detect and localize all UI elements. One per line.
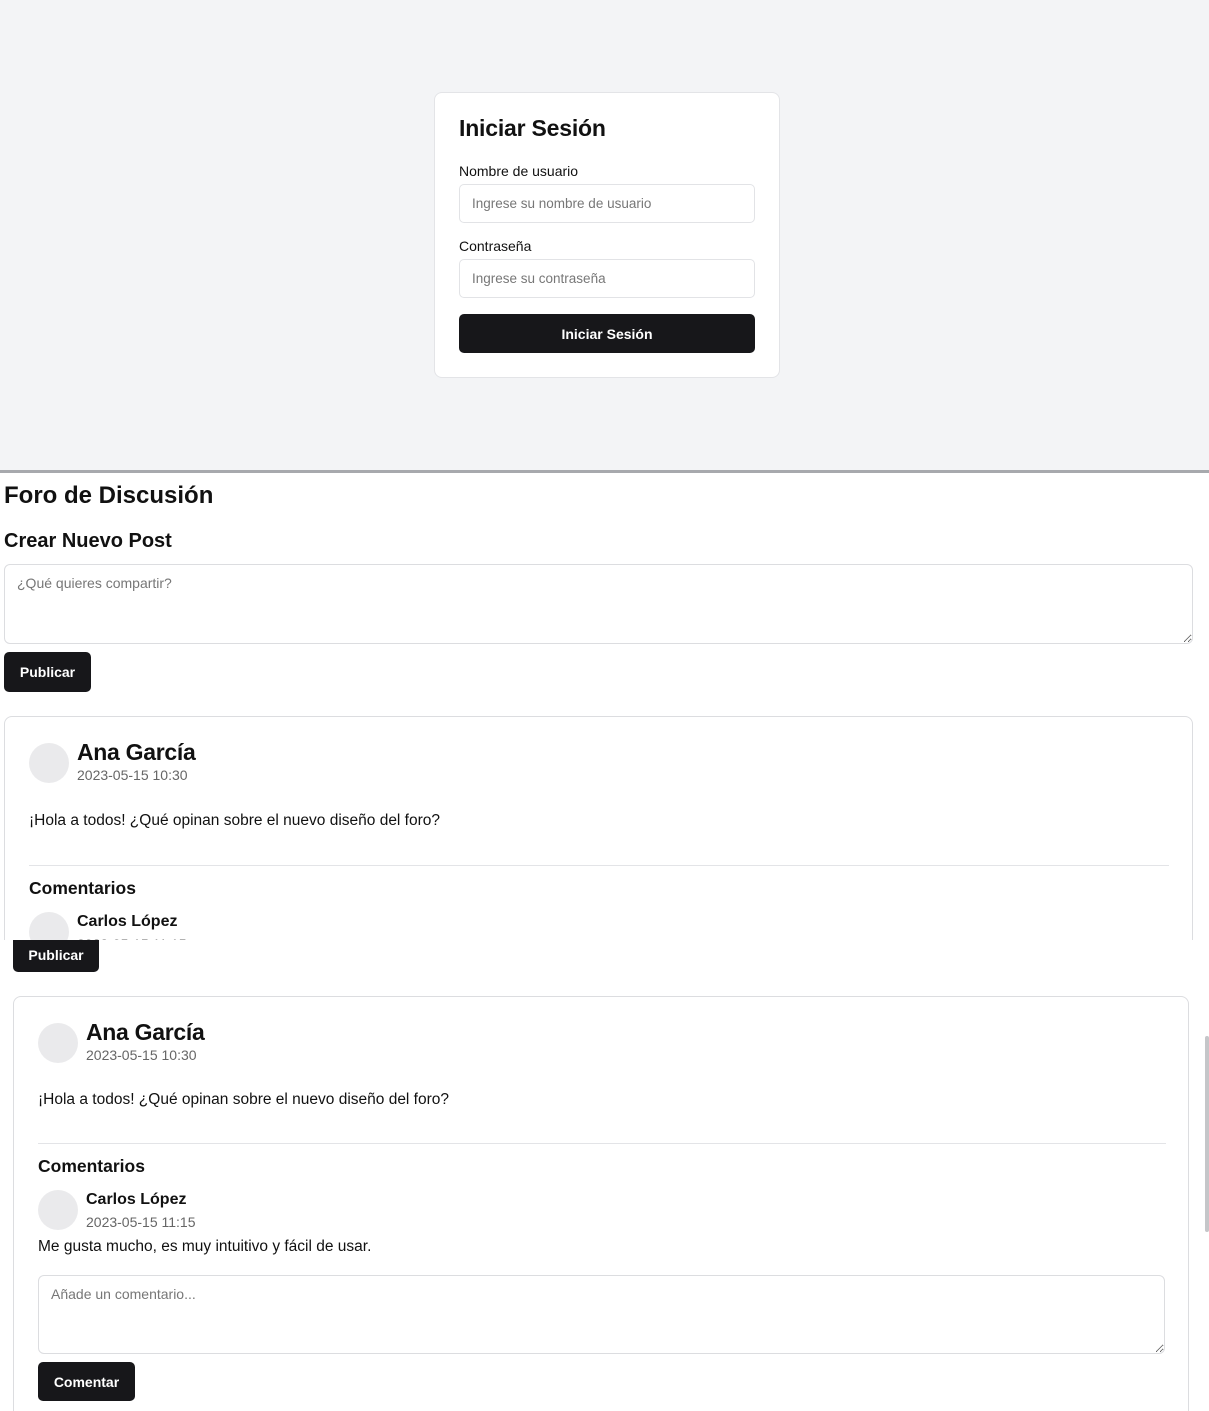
avatar: [38, 1190, 78, 1230]
post-author: Ana García: [77, 739, 196, 765]
post-body: ¡Hola a todos! ¿Qué opinan sobre el nuev…: [38, 1091, 450, 1108]
comment-textarea[interactable]: [38, 1275, 1165, 1354]
publish-button[interactable]: Publicar: [13, 940, 99, 972]
post-timestamp: 2023-05-15 10:30: [86, 1047, 197, 1063]
post-divider: [29, 865, 1169, 866]
login-title: Iniciar Sesión: [459, 115, 606, 141]
avatar: [38, 1023, 78, 1063]
comment-author: Carlos López: [77, 913, 178, 930]
forum-screen-scrolled: Publicar Ana García 2023-05-15 10:30 ¡Ho…: [0, 940, 1209, 1411]
comments-title: Comentarios: [38, 1156, 145, 1176]
forum-title: Foro de Discusión: [4, 482, 214, 509]
publish-button[interactable]: Publicar: [4, 652, 91, 692]
login-card: Iniciar Sesión Nombre de usuario Contras…: [434, 92, 780, 378]
login-screen: Iniciar Sesión Nombre de usuario Contras…: [0, 0, 1209, 471]
comment-body: Me gusta mucho, es muy intuitivo y fácil…: [38, 1238, 372, 1255]
avatar: [29, 743, 69, 783]
comment-button[interactable]: Comentar: [38, 1362, 135, 1401]
password-input[interactable]: [459, 259, 755, 298]
username-label: Nombre de usuario: [459, 163, 579, 179]
post-card: Ana García 2023-05-15 10:30 ¡Hola a todo…: [13, 996, 1189, 1411]
post-timestamp: 2023-05-15 10:30: [77, 767, 188, 783]
username-input[interactable]: [459, 184, 755, 223]
comments-title: Comentarios: [29, 878, 136, 898]
new-post-textarea[interactable]: [4, 564, 1193, 644]
avatar: [29, 912, 69, 940]
post-author: Ana García: [86, 1019, 205, 1045]
comment-timestamp: 2023-05-15 11:15: [86, 1214, 196, 1230]
forum-screen: Foro de Discusión Crear Nuevo Post Publi…: [0, 473, 1209, 940]
new-post-title: Crear Nuevo Post: [4, 530, 172, 552]
password-label: Contraseña: [459, 238, 532, 254]
comment-author: Carlos López: [86, 1191, 187, 1208]
post-card: Ana García 2023-05-15 10:30 ¡Hola a todo…: [4, 716, 1193, 940]
scrollbar[interactable]: [1205, 1036, 1209, 1232]
login-button[interactable]: Iniciar Sesión: [459, 314, 755, 353]
post-body: ¡Hola a todos! ¿Qué opinan sobre el nuev…: [29, 812, 441, 829]
post-divider: [38, 1143, 1166, 1144]
